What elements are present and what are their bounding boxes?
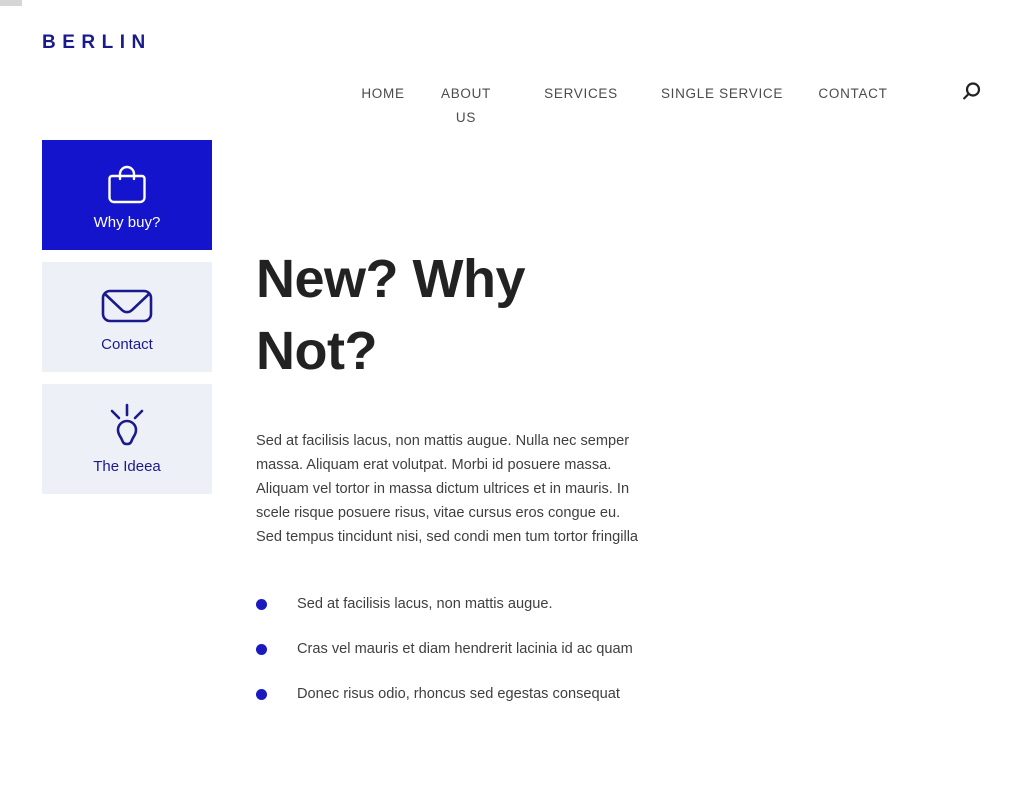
main-content: New? Why Not? Sed at facilisis lacus, no… — [256, 243, 676, 729]
main-navigation: HOME ABOUT US SERVICES SINGLE SERVICE CO… — [340, 82, 960, 130]
feature-card-label: The Ideea — [93, 458, 161, 475]
feature-card-contact[interactable]: Contact — [42, 262, 212, 372]
feature-card-why-buy[interactable]: Why buy? — [42, 140, 212, 250]
shopping-bag-icon — [104, 157, 150, 211]
brand-logo[interactable]: BERLIN — [42, 32, 152, 54]
envelope-icon — [100, 279, 154, 333]
nav-item-home[interactable]: HOME — [340, 82, 426, 106]
nav-item-contact[interactable]: CONTACT — [806, 82, 900, 106]
page-title: New? Why Not? — [256, 249, 526, 381]
feature-card-label: Contact — [101, 336, 153, 353]
feature-card-the-ideea[interactable]: The Ideea — [42, 384, 212, 494]
bullet-dot-icon — [256, 688, 267, 700]
list-item-label: Cras vel mauris et diam hendrerit lacini… — [297, 641, 633, 657]
nav-item-services[interactable]: SERVICES — [526, 82, 636, 106]
feature-bullet-list: Sed at facilisis lacus, non mattis augue… — [256, 594, 676, 704]
site-header: BERLIN HOME ABOUT US SERVICES SINGLE SER… — [0, 0, 1024, 135]
body-paragraph: Sed at facilisis lacus, non mattis augue… — [256, 433, 639, 545]
list-item-label: Donec risus odio, rhoncus sed egestas co… — [297, 686, 620, 702]
search-icon — [963, 82, 981, 100]
list-item-label: Sed at facilisis lacus, non mattis augue… — [297, 596, 553, 612]
bullet-dot-icon — [256, 598, 267, 610]
nav-item-about-us[interactable]: ABOUT US — [434, 82, 498, 130]
lightbulb-icon — [100, 401, 154, 455]
list-item: Sed at facilisis lacus, non mattis augue… — [256, 594, 676, 614]
feature-card-sidebar: Why buy? Contact The Ideea — [42, 140, 212, 506]
nav-item-single-service[interactable]: SINGLE SERVICE — [654, 82, 790, 106]
list-item: Cras vel mauris et diam hendrerit lacini… — [256, 639, 676, 659]
search-button[interactable] — [958, 79, 984, 105]
list-item: Donec risus odio, rhoncus sed egestas co… — [256, 684, 676, 704]
bullet-dot-icon — [256, 643, 267, 655]
feature-card-label: Why buy? — [93, 214, 161, 231]
